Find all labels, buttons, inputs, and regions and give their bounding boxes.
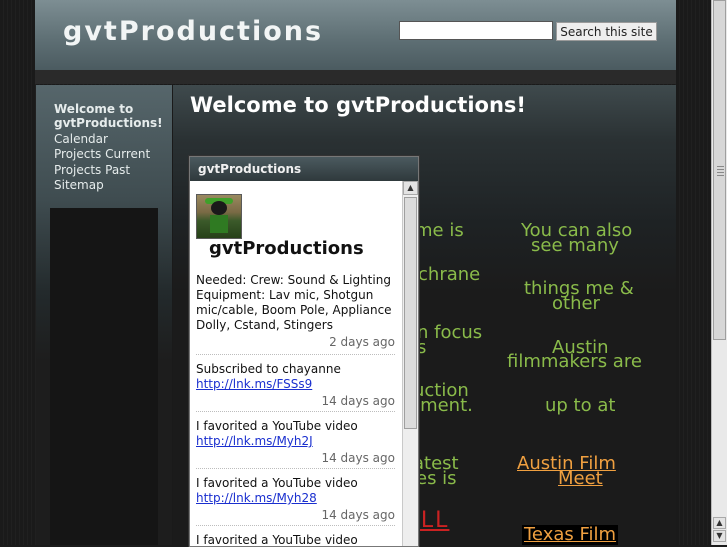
avatar-head (211, 201, 227, 215)
feed-divider (196, 468, 395, 469)
scroll-down-icon[interactable]: ▼ (713, 530, 726, 542)
feed-item-text: I favorited a YouTube video (196, 533, 358, 546)
feed-item: Subscribed to chayanne http://lnk.ms/FSS… (196, 362, 395, 409)
sidebar-panel (50, 208, 158, 545)
feed-divider (196, 354, 395, 355)
feed-item-text: I favorited a YouTube video (196, 476, 358, 490)
profile-name[interactable]: gvtProductions (209, 238, 364, 259)
sidebar-item-projects-current[interactable]: Projects Current (54, 147, 172, 161)
site-header: gvtProductions Search this site (35, 0, 676, 71)
widget-scroll-thumb[interactable] (404, 197, 417, 429)
feed-divider (196, 525, 395, 526)
widget-scrollbar[interactable]: ▲ (402, 181, 418, 546)
info-text: see many (531, 235, 619, 256)
feed-divider (196, 411, 395, 412)
feed-item-text: I favorited a YouTube video (196, 419, 358, 433)
feed-item: Needed: Crew: Sound & Lighting Equipment… (196, 273, 395, 350)
avatar[interactable] (196, 194, 242, 239)
feed-item-link[interactable]: http://lnk.ms/Myh2J (196, 434, 313, 448)
page-title: Welcome to gvtProductions! (190, 93, 526, 117)
widget-body: gvtProductions Needed: Crew: Sound & Lig… (190, 181, 402, 546)
feed-item: I favorited a YouTube video (196, 533, 395, 546)
sidebar-item-projects-past[interactable]: Projects Past (54, 163, 172, 177)
info-text: up to at (545, 395, 616, 416)
search-input[interactable] (399, 21, 553, 40)
feed-item-text: Needed: Crew: Sound & Lighting Equipment… (196, 273, 392, 332)
feed-item-time: 2 days ago (329, 335, 395, 349)
austin-film-meet-link[interactable]: Meet (558, 470, 603, 488)
window-scrollbar[interactable]: ▲ ▼ (711, 0, 727, 545)
text-fragment: me is (415, 220, 464, 241)
feed-item-time: 14 days ago (321, 451, 395, 465)
feed-item-time: 14 days ago (321, 394, 395, 408)
search-button[interactable]: Search this site (556, 22, 657, 41)
sidebar-item-calendar[interactable]: Calendar (54, 132, 172, 146)
feed-item: I favorited a YouTube video http://lnk.m… (196, 419, 395, 466)
sidebar-nav: Welcome to gvtProductions! Calendar Proj… (54, 102, 172, 194)
feed-item-link[interactable]: http://lnk.ms/FSSs9 (196, 377, 312, 391)
header-band (35, 70, 676, 84)
site-title[interactable]: gvtProductions (63, 16, 323, 47)
feed-item: I favorited a YouTube video http://lnk.m… (196, 476, 395, 523)
feed-item-text: Subscribed to chayanne (196, 362, 341, 376)
feed-item-time: 14 days ago (321, 508, 395, 522)
widget-header: gvtProductions (190, 157, 418, 181)
sidebar: Welcome to gvtProductions! Calendar Proj… (36, 85, 172, 545)
scroll-up-icon[interactable]: ▲ (403, 181, 418, 195)
social-feed-widget: gvtProductions gvtProductions Needed: Cr… (189, 156, 419, 547)
feed-item-link[interactable]: http://lnk.ms/Myh28 (196, 491, 317, 505)
grip-icon (717, 166, 724, 178)
info-text: filmmakers are (507, 351, 642, 372)
window-scroll-thumb[interactable] (713, 0, 726, 340)
texas-film-link[interactable]: Texas Film (522, 525, 619, 545)
scroll-up-icon[interactable]: ▲ (713, 517, 726, 529)
avatar-body (210, 215, 228, 233)
text-fragment: n focus (417, 322, 483, 343)
info-text: other (552, 293, 600, 314)
sidebar-item-sitemap[interactable]: Sitemap (54, 178, 172, 192)
sidebar-item-welcome[interactable]: Welcome to gvtProductions! (54, 102, 172, 130)
